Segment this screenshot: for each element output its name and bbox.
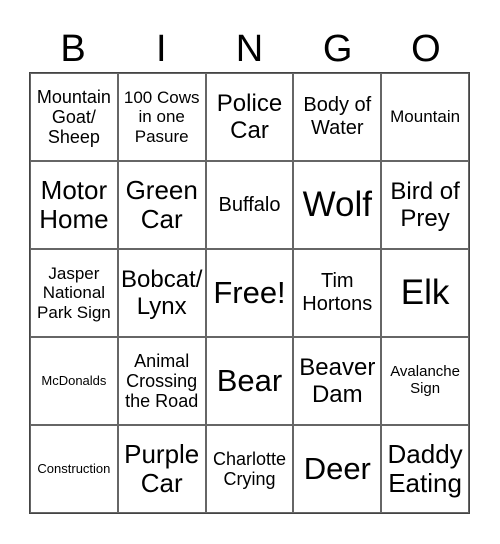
header-letter-i: I [156, 28, 167, 70]
bingo-cell[interactable]: Mountain Goat/ Sheep [30, 73, 118, 161]
bingo-header: B I N G O [29, 26, 470, 72]
bingo-cell[interactable]: Charlotte Crying [205, 425, 294, 513]
bingo-cell[interactable]: Beaver Dam [293, 337, 382, 425]
bingo-cell[interactable]: McDonalds [30, 337, 118, 425]
bingo-cell[interactable]: Bird of Prey [381, 161, 469, 249]
free-space[interactable]: Free! [205, 249, 294, 337]
bingo-cell[interactable]: Buffalo [205, 161, 294, 249]
bingo-cell[interactable]: Animal Crossing the Road [117, 337, 206, 425]
bingo-cell[interactable]: Mountain [381, 73, 469, 161]
bingo-cell[interactable]: Purple Car [117, 425, 206, 513]
bingo-cell[interactable]: 100 Cows in one Pasure [117, 73, 206, 161]
bingo-cell[interactable]: Daddy Eating [381, 425, 469, 513]
bingo-cell[interactable]: Bear [205, 337, 294, 425]
bingo-cell[interactable]: Avalanche Sign [381, 337, 469, 425]
bingo-cell[interactable]: Deer [293, 425, 382, 513]
bingo-cell[interactable]: Elk [381, 249, 469, 337]
bingo-cell[interactable]: Wolf [293, 161, 382, 249]
bingo-cell[interactable]: Bobcat/ Lynx [117, 249, 206, 337]
bingo-cell[interactable]: Tim Hortons [293, 249, 382, 337]
header-letter-b: B [60, 28, 86, 70]
header-letter-g: G [322, 28, 353, 70]
bingo-cell[interactable]: Body of Water [293, 73, 382, 161]
bingo-cell[interactable]: Jasper National Park Sign [30, 249, 118, 337]
bingo-cell[interactable]: Construction [30, 425, 118, 513]
header-letter-n: N [235, 28, 264, 70]
bingo-card: Mountain Goat/ Sheep 100 Cows in one Pas… [29, 72, 470, 514]
bingo-cell[interactable]: Green Car [117, 161, 206, 249]
header-letter-o: O [411, 28, 441, 70]
bingo-cell[interactable]: Police Car [205, 73, 294, 161]
bingo-cell[interactable]: Motor Home [30, 161, 118, 249]
